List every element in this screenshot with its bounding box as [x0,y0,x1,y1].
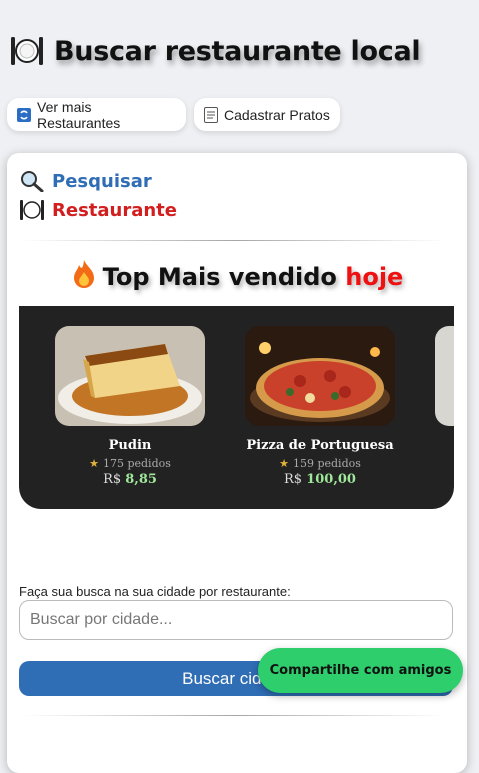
city-search-input[interactable] [19,600,453,640]
memo-icon [204,106,218,123]
dish-name: Pizza de Portuguesa [246,438,394,453]
dish-photo [55,326,205,426]
top-sold-title: Top Mais vendido hoje [7,259,467,291]
dish-card[interactable]: Pizza de Portuguesa ★ 159 pedidos R$ 100,… [244,326,396,487]
dish-orders: ★ 175 pedidos [54,457,206,470]
dish-orders-count: 159 pedidos [292,457,361,470]
plate-cutlery-icon [20,200,44,220]
register-dishes-button[interactable]: Cadastrar Pratos [194,98,340,131]
nav-search-label: Pesquisar [52,170,152,192]
nav-restaurant[interactable]: Restaurante [20,199,177,221]
dish-price-value: 8,85 [125,472,157,487]
magnifier-icon [21,171,44,192]
top-sold-title-highlight: hoje [345,263,404,291]
register-dishes-label: Cadastrar Pratos [224,106,330,123]
share-button[interactable]: Compartilhe com amigos [258,648,463,693]
more-restaurants-button[interactable]: Ver mais Restaurantes [7,98,186,131]
dish-currency: R$ [103,472,122,487]
divider [21,240,447,241]
dish-orders-count: 175 pedidos [102,457,171,470]
search-label: Faça sua busca na sua cidade por restaur… [19,584,291,599]
plate-cutlery-icon [11,37,43,65]
nav-search[interactable]: Pesquisar [20,170,152,192]
more-restaurants-label: Ver mais Restaurantes [37,98,121,131]
dish-price: R$ 8,85 [54,472,206,487]
dish-card-partial[interactable] [434,326,454,426]
dish-card[interactable]: Pudin ★ 175 pedidos R$ 8,85 [54,326,206,487]
dish-currency: R$ [284,472,303,487]
page-header: Buscar restaurante local [10,34,421,68]
dish-orders: ★ 159 pedidos [244,457,396,470]
star-icon: ★ [89,457,99,470]
dish-name: Pudin [108,438,152,453]
dish-price: R$ 100,00 [244,472,396,487]
fire-icon [73,260,94,288]
refresh-icon [17,107,31,122]
page-title: Buscar restaurante local [54,35,421,67]
dish-price-value: 100,00 [306,472,356,487]
top-sold-title-main: Top Mais vendido [102,263,337,291]
dish-photo [245,326,395,426]
nav-restaurant-label: Restaurante [52,199,177,221]
divider [21,715,447,716]
top-sold-carousel[interactable]: Pudin ★ 175 pedidos R$ 8,85 Pizza de Por… [19,306,454,509]
star-icon: ★ [279,457,289,470]
dish-photo [435,326,454,426]
